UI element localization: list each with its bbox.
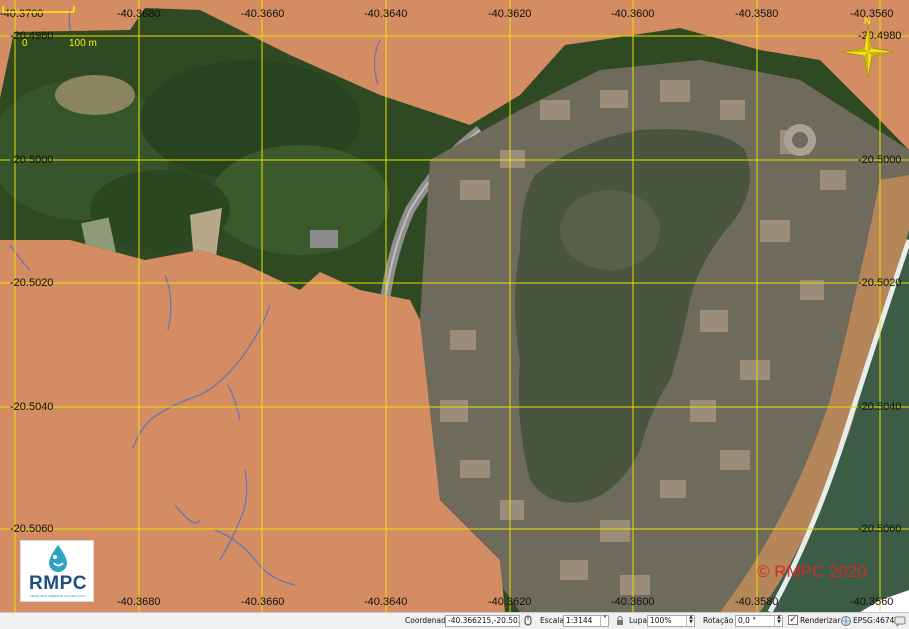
status-bar: Coordenada -40.366215,-20.502453 Escala … [0, 612, 909, 629]
lat-label-right: -20.5060 [858, 523, 902, 535]
scalebar [2, 6, 75, 13]
crs-label[interactable]: EPSG:4674 [853, 616, 894, 626]
crs-globe-icon[interactable] [840, 615, 852, 627]
compass-star-icon [841, 25, 895, 79]
lon-label-top: -40.3620 [488, 8, 532, 20]
map-layers [0, 0, 909, 612]
lon-label-bottom: -40.3600 [611, 596, 655, 608]
map-canvas[interactable]: -40.3700 -40.3680 -40.3660 -40.3640 -40.… [0, 0, 909, 612]
scale-dropdown-icon[interactable]: ▾ [600, 615, 609, 627]
render-label: Renderizar [800, 616, 841, 625]
magnifier-label: Lupa [629, 616, 648, 625]
rotation-label: Rotação [703, 616, 734, 625]
lon-label-bottom: -40.3560 [850, 596, 894, 608]
messages-icon[interactable] [894, 615, 906, 627]
lat-label-left: -20.5020 [10, 277, 54, 289]
mouse-coordinate-icon[interactable] [523, 615, 535, 627]
logo-name: RMPC [29, 573, 87, 594]
render-checkbox[interactable]: ✓ [788, 615, 798, 625]
lat-label-right: -20.5020 [858, 277, 902, 289]
lon-label-top: -40.3660 [241, 8, 285, 20]
water-drop-icon [49, 545, 67, 572]
lat-label-left: -20.4980 [10, 30, 54, 42]
lat-label-right: -20.5000 [858, 154, 902, 166]
lon-label-bottom: -40.3660 [241, 596, 285, 608]
rotation-spinner-icon[interactable]: ▲ ▼ [774, 615, 783, 627]
lon-label-top: -40.3580 [735, 8, 779, 20]
logo-subtitle: REDE MEIO AMBIENTE SUSTENTÁVEL [30, 594, 86, 598]
magnifier-spinner-icon[interactable]: ▲ ▼ [686, 615, 695, 627]
lock-icon[interactable] [614, 615, 626, 627]
rmpc-logo: RMPC REDE MEIO AMBIENTE SUSTENTÁVEL [20, 540, 94, 602]
lon-label-top: -40.3640 [364, 8, 408, 20]
north-arrow-icon: N [840, 16, 896, 79]
lon-label-bottom: -40.3580 [735, 596, 779, 608]
lon-label-top: -40.3680 [117, 8, 161, 20]
scale-label: Escala [540, 616, 565, 625]
lon-label-top: -40.3600 [611, 8, 655, 20]
scalebar-zero-label: 0 [22, 38, 28, 49]
coordinate-field[interactable]: -40.366215,-20.502453 [445, 615, 520, 627]
copyright-label: © RMPC 2020 [757, 562, 867, 581]
lat-label-left: -20.5060 [10, 523, 54, 535]
lat-label-left: -20.5000 [10, 154, 54, 166]
lat-label-right: -20.5040 [858, 401, 902, 413]
lon-label-bottom: -40.3620 [488, 596, 532, 608]
lon-label-bottom: -40.3680 [117, 596, 161, 608]
scalebar-distance-label: 100 m [69, 38, 97, 49]
lat-label-left: -20.5040 [10, 401, 54, 413]
lon-label-bottom: -40.3640 [364, 596, 408, 608]
coordinate-label: Coordenada [405, 616, 451, 625]
